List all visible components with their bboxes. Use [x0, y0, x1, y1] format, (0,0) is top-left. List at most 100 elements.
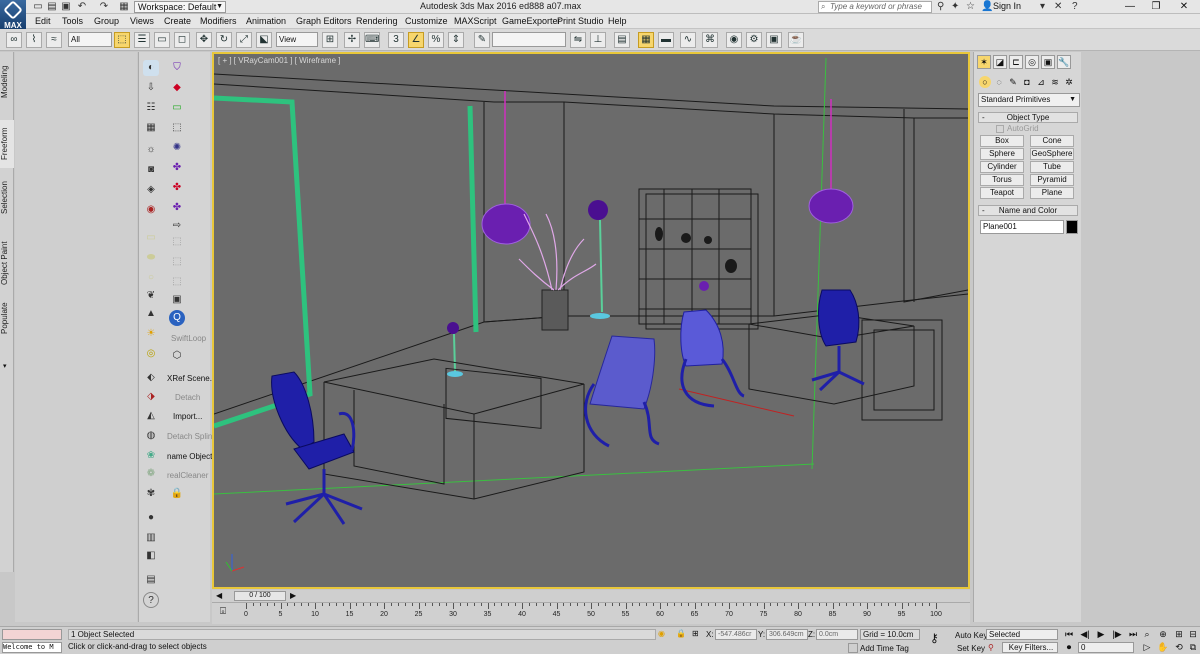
- window-tool-icon[interactable]: ◧: [143, 548, 159, 564]
- cube-tool-icon[interactable]: ⬚: [169, 120, 185, 136]
- systems-icon[interactable]: ✲: [1063, 76, 1075, 88]
- import-obj-icon[interactable]: ◭: [143, 408, 159, 424]
- menu-help[interactable]: Help: [608, 16, 627, 26]
- mini-curve-icon[interactable]: ⌻: [220, 606, 226, 617]
- exchange-icon[interactable]: ✕: [1054, 0, 1062, 14]
- current-frame-field[interactable]: 0: [1078, 642, 1134, 653]
- subscription-icon[interactable]: ✦: [951, 0, 959, 14]
- chevron-down-icon[interactable]: ▾: [1040, 0, 1045, 14]
- knot-tool-icon[interactable]: ✾: [143, 486, 159, 502]
- motion-tab-icon[interactable]: ◎: [1025, 55, 1039, 69]
- box2-tool-icon[interactable]: ⬚: [169, 254, 185, 270]
- speaker-tool-icon[interactable]: ◈: [143, 182, 159, 198]
- align-icon[interactable]: ⊥: [590, 32, 606, 48]
- ribbon-toggle-icon[interactable]: ▬: [658, 32, 674, 48]
- torus-button[interactable]: Torus: [980, 174, 1024, 186]
- maxscript-listener-output[interactable]: Welcome to M: [2, 642, 62, 653]
- frame-tool-icon[interactable]: ⬡: [169, 348, 185, 364]
- play-icon[interactable]: ▶: [1094, 629, 1108, 640]
- screen2-tool-icon[interactable]: ▣: [169, 292, 185, 308]
- time-slider[interactable]: ◀ 0 / 100 ▶: [212, 590, 970, 602]
- ribbon-expand-icon[interactable]: ▾: [3, 362, 7, 370]
- app-menu-button[interactable]: MAX: [0, 0, 26, 30]
- select-scale-icon[interactable]: ⤢: [236, 32, 252, 48]
- hierarchy-tab-icon[interactable]: ⊏: [1009, 55, 1023, 69]
- object-name-field[interactable]: Plane001: [980, 220, 1064, 234]
- menu-gameexporter[interactable]: GameExporter: [502, 16, 561, 26]
- y-coordinate[interactable]: 306.649cm: [766, 629, 808, 640]
- circle-tool-icon[interactable]: ○: [143, 270, 159, 286]
- prev-key-icon[interactable]: ◀|: [1078, 629, 1092, 640]
- camera-tool-icon[interactable]: ◙: [143, 162, 159, 178]
- create-tab-icon[interactable]: ✶: [977, 55, 991, 69]
- name-color-rollout[interactable]: - Name and Color: [978, 205, 1078, 216]
- display-tab-icon[interactable]: ▣: [1041, 55, 1055, 69]
- redo-icon[interactable]: ↷: [98, 1, 110, 12]
- rect-selection-icon[interactable]: ▭: [154, 32, 170, 48]
- swiftloop-label[interactable]: SwiftLoop: [171, 334, 206, 343]
- zoom-icon[interactable]: ⌕: [1140, 629, 1154, 640]
- render-icon[interactable]: ☕: [788, 32, 804, 48]
- modify-tab-icon[interactable]: ◪: [993, 55, 1007, 69]
- help-icon[interactable]: ?: [1072, 0, 1078, 14]
- spline-tool-icon[interactable]: ◍: [143, 428, 159, 444]
- menu-rendering[interactable]: Rendering: [356, 16, 398, 26]
- teapot-button[interactable]: Teapot: [980, 187, 1024, 199]
- zoom-extents-all-icon[interactable]: ⊟: [1186, 629, 1200, 640]
- menu-create[interactable]: Create: [164, 16, 191, 26]
- star-icon[interactable]: ☆: [966, 0, 975, 14]
- link-icon[interactable]: ∞: [6, 32, 22, 48]
- detach-tool-icon[interactable]: ⬗: [143, 389, 159, 405]
- menu-print-studio[interactable]: Print Studio: [557, 16, 604, 26]
- keyboard-shortcut-icon[interactable]: ⌨: [364, 32, 380, 48]
- viewport[interactable]: [ + ] [ VRayCam001 ] [ Wireframe ]: [212, 52, 970, 589]
- mirror-icon[interactable]: ⇋: [570, 32, 586, 48]
- atom-tool-icon[interactable]: ✺: [169, 140, 185, 156]
- angle-snap-icon[interactable]: ∠: [408, 32, 424, 48]
- pivot-center-icon[interactable]: ⊞: [322, 32, 338, 48]
- layer-explorer-icon[interactable]: ▦: [638, 32, 654, 48]
- select-place-icon[interactable]: ⬕: [256, 32, 272, 48]
- box-tool-icon[interactable]: ⬚: [169, 234, 185, 250]
- cameras-icon[interactable]: ◘: [1021, 76, 1033, 88]
- fov-icon[interactable]: ▷: [1140, 642, 1154, 653]
- red-puzzle-icon[interactable]: ✤: [169, 180, 185, 196]
- screen-tool-icon[interactable]: ▭: [169, 100, 185, 116]
- menu-modifiers[interactable]: Modifiers: [200, 16, 237, 26]
- save-icon[interactable]: ▣: [60, 1, 72, 12]
- xref-scene-label[interactable]: XRef Scene...: [167, 374, 216, 383]
- box3-tool-icon[interactable]: ⬚: [169, 274, 185, 290]
- pyramid-button[interactable]: Pyramid: [1030, 174, 1074, 186]
- detach-label[interactable]: Detach: [175, 393, 200, 402]
- lock-tool-icon[interactable]: 🔒: [169, 486, 185, 502]
- select-by-name-icon[interactable]: ☰: [134, 32, 150, 48]
- object-type-rollout[interactable]: - Object Type: [978, 112, 1078, 123]
- spacewarps-icon[interactable]: ≋: [1049, 76, 1061, 88]
- select-rotate-icon[interactable]: ↻: [216, 32, 232, 48]
- geosphere-button[interactable]: GeoSphere: [1030, 148, 1074, 160]
- detach-spline-label[interactable]: Detach Spline: [167, 432, 217, 441]
- sphere2-tool-icon[interactable]: ●: [143, 510, 159, 526]
- goto-start-icon[interactable]: ⏮: [1062, 629, 1076, 640]
- menu-views[interactable]: Views: [130, 16, 154, 26]
- puzzle-2-icon[interactable]: ✤: [169, 200, 185, 216]
- menu-tools[interactable]: Tools: [62, 16, 83, 26]
- curve-editor-icon[interactable]: ∿: [680, 32, 696, 48]
- key-mode-dropdown[interactable]: Selected: [986, 629, 1058, 640]
- goto-end-icon[interactable]: ⏭: [1126, 629, 1140, 640]
- tab-object-paint[interactable]: Object Paint: [0, 238, 14, 288]
- edit-named-sel-icon[interactable]: ✎: [474, 32, 490, 48]
- render-setup-icon[interactable]: ⚙: [746, 32, 762, 48]
- maximize-button[interactable]: ❐: [1146, 0, 1166, 14]
- menu-customize[interactable]: Customize: [405, 16, 448, 26]
- autogrid-checkbox[interactable]: AutoGrid: [996, 124, 1039, 133]
- cone-tool-icon[interactable]: ▲: [143, 306, 159, 322]
- tab-populate[interactable]: Populate: [0, 298, 14, 338]
- binoculars-icon[interactable]: ⚲: [937, 0, 944, 14]
- geometry-icon[interactable]: ○: [979, 76, 991, 88]
- tab-modeling[interactable]: Modeling: [0, 62, 14, 102]
- next-frame-icon[interactable]: ▶: [290, 591, 296, 600]
- auto-key-button[interactable]: Auto Key: [955, 631, 987, 640]
- project-folder-icon[interactable]: ▦: [118, 1, 130, 12]
- menu-group[interactable]: Group: [94, 16, 119, 26]
